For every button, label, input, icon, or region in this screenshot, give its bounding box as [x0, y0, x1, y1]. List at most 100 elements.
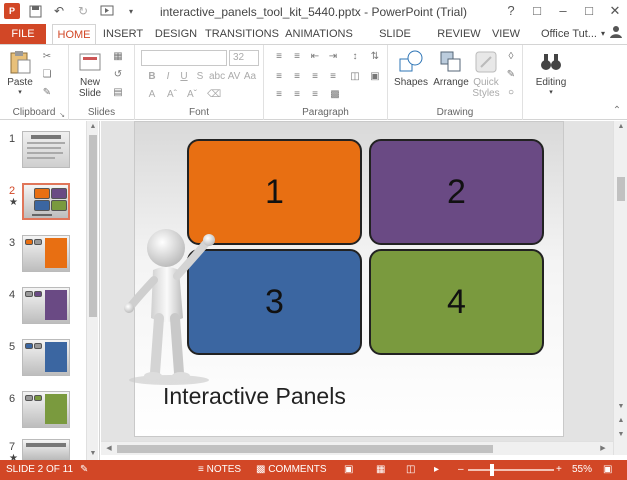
paste-button[interactable]: Paste ▾: [5, 49, 35, 96]
zoom-in-button[interactable]: +: [556, 460, 562, 480]
arrange-button[interactable]: Arrange: [432, 49, 470, 88]
change-case-icon[interactable]: Aa: [243, 71, 257, 83]
shape-effects-icon[interactable]: ○: [504, 87, 518, 99]
scrollbar-thumb[interactable]: [117, 445, 493, 453]
quick-styles-button[interactable]: Quick Styles: [470, 49, 502, 99]
format-painter-icon[interactable]: ✎: [40, 87, 54, 99]
slide-caption[interactable]: Interactive Panels: [163, 383, 346, 410]
notes-button[interactable]: ≡ NOTES: [198, 460, 241, 480]
tab-transitions[interactable]: TRANSITIONS: [205, 24, 279, 44]
zoom-out-button[interactable]: –: [458, 460, 464, 480]
thumbnails-scrollbar[interactable]: ▲ ▼: [86, 121, 98, 460]
bold-icon[interactable]: B: [145, 71, 159, 83]
start-from-beginning-icon[interactable]: [98, 2, 116, 20]
panel-2[interactable]: 2: [369, 139, 544, 245]
slide-thumbnail[interactable]: 3: [0, 235, 86, 281]
align-center-icon[interactable]: ≡: [290, 71, 304, 83]
tab-file[interactable]: FILE: [0, 24, 46, 44]
font-color-icon[interactable]: A: [145, 89, 159, 101]
reading-view-icon[interactable]: ◫: [406, 460, 415, 480]
shape-fill-icon[interactable]: ◊: [504, 51, 518, 63]
increase-font-icon[interactable]: Aˆ: [165, 89, 179, 101]
editing-button[interactable]: Editing ▾: [533, 49, 569, 96]
spell-check-icon[interactable]: ✎: [80, 460, 88, 480]
customize-qat-icon[interactable]: ▾: [122, 2, 140, 20]
align-middle-icon[interactable]: ≡: [290, 89, 304, 101]
align-bottom-icon[interactable]: ≡: [308, 89, 322, 101]
account-menu[interactable]: Office Tut... ▾: [541, 24, 623, 44]
line-spacing-icon[interactable]: ↕: [348, 51, 362, 63]
slide-sorter-icon[interactable]: ▦: [376, 460, 385, 480]
scroll-down-icon[interactable]: ▼: [615, 401, 627, 413]
justify-icon[interactable]: ≡: [326, 71, 340, 83]
italic-icon[interactable]: I: [161, 71, 175, 83]
cut-icon[interactable]: ✂: [40, 51, 54, 63]
scroll-down-icon[interactable]: ▼: [87, 448, 99, 460]
strikethrough-icon[interactable]: abc: [209, 71, 225, 83]
slide-show-icon[interactable]: ▸: [434, 460, 439, 480]
collapse-ribbon-icon[interactable]: ⌃: [610, 105, 624, 117]
tab-insert[interactable]: INSERT: [100, 24, 146, 44]
slide-thumbnail[interactable]: 2 ★: [0, 183, 86, 229]
shape-outline-icon[interactable]: ✎: [504, 69, 518, 81]
align-right-icon[interactable]: ≡: [308, 71, 322, 83]
zoom-slider-handle[interactable]: [490, 464, 494, 476]
tab-design[interactable]: DESIGN: [152, 24, 200, 44]
maximize-button[interactable]: □: [581, 2, 597, 20]
numbering-icon[interactable]: ≡: [290, 51, 304, 63]
align-left-icon[interactable]: ≡: [272, 71, 286, 83]
copy-icon[interactable]: ❏: [40, 69, 54, 81]
increase-indent-icon[interactable]: ⇥: [326, 51, 340, 63]
close-button[interactable]: ✕: [607, 2, 623, 20]
comments-button[interactable]: ▩ COMMENTS: [256, 460, 327, 480]
presenter-figure-image[interactable]: [121, 218, 221, 388]
align-text-icon[interactable]: ▣: [368, 71, 382, 83]
decrease-font-icon[interactable]: Aˇ: [185, 89, 199, 101]
decrease-indent-icon[interactable]: ⇤: [308, 51, 322, 63]
zoom-slider[interactable]: [468, 469, 554, 471]
slide-horizontal-scrollbar[interactable]: ◀ ▶: [101, 441, 613, 455]
slide-canvas[interactable]: 1 2 3 4 Interactive Panels: [124, 121, 564, 437]
underline-icon[interactable]: U: [177, 71, 191, 83]
scrollbar-thumb[interactable]: [617, 177, 625, 201]
previous-slide-icon[interactable]: ▲: [615, 415, 627, 427]
font-size-dropdown[interactable]: 32: [229, 50, 259, 66]
columns-icon[interactable]: ◫: [348, 71, 362, 83]
redo-icon[interactable]: ↻: [74, 2, 92, 20]
section-icon[interactable]: ▤: [111, 87, 125, 99]
tab-animations[interactable]: ANIMATIONS: [283, 24, 355, 44]
clear-formatting-icon[interactable]: ⌫: [207, 89, 221, 101]
reset-icon[interactable]: ↺: [111, 69, 125, 81]
slide-thumbnail[interactable]: 5: [0, 339, 86, 385]
help-button[interactable]: ?: [503, 2, 519, 20]
normal-view-icon[interactable]: ▣: [344, 460, 353, 480]
scroll-left-icon[interactable]: ◀: [103, 443, 115, 455]
slide-vertical-scrollbar[interactable]: ▲ ▼ ▲ ▼: [613, 121, 627, 455]
convert-smartart-icon[interactable]: ▩: [328, 89, 342, 101]
slide-thumbnail[interactable]: 7 ★: [0, 439, 86, 464]
tab-view[interactable]: VIEW: [489, 24, 523, 44]
fit-slide-icon[interactable]: ▣: [603, 460, 612, 480]
undo-icon[interactable]: ↶: [50, 2, 68, 20]
character-spacing-icon[interactable]: AV: [227, 71, 241, 83]
slide-thumbnail[interactable]: 1: [0, 131, 86, 177]
bullets-icon[interactable]: ≡: [272, 51, 286, 63]
ribbon-display-options-button[interactable]: □: [529, 2, 545, 20]
slide-thumbnail[interactable]: 4: [0, 287, 86, 333]
scrollbar-thumb[interactable]: [89, 135, 97, 317]
slide-thumbnail[interactable]: 6: [0, 391, 86, 437]
scroll-up-icon[interactable]: ▲: [615, 121, 627, 133]
align-top-icon[interactable]: ≡: [272, 89, 286, 101]
scroll-up-icon[interactable]: ▲: [87, 121, 99, 133]
layout-icon[interactable]: ▦: [111, 51, 125, 63]
shadow-icon[interactable]: S: [193, 71, 207, 83]
new-slide-button[interactable]: New Slide: [75, 49, 105, 99]
tab-review[interactable]: REVIEW: [435, 24, 483, 44]
dialog-launcher-icon[interactable]: ↘: [58, 110, 66, 119]
tab-home[interactable]: HOME: [52, 24, 96, 45]
font-name-dropdown[interactable]: [141, 50, 227, 66]
next-slide-icon[interactable]: ▼: [615, 429, 627, 441]
zoom-level[interactable]: 55%: [572, 460, 592, 480]
save-icon[interactable]: [26, 2, 44, 20]
minimize-button[interactable]: –: [555, 2, 571, 20]
